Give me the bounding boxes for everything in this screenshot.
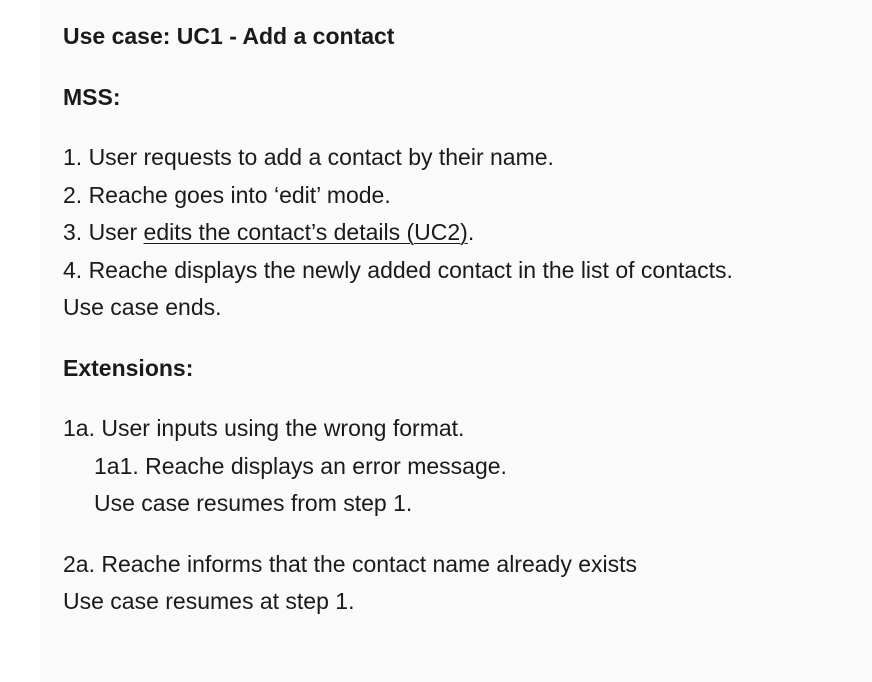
- extension-1a: 1a. User inputs using the wrong format. …: [63, 410, 863, 523]
- extension-2a: 2a. Reache informs that the contact name…: [63, 546, 863, 621]
- mss-steps: 1. User requests to add a contact by the…: [63, 139, 863, 327]
- uc2-link[interactable]: edits the contact’s details (UC2): [144, 219, 468, 245]
- mss-step-3-prefix: 3. User: [63, 219, 144, 245]
- extension-1a-resume: Use case resumes from step 1.: [94, 490, 413, 516]
- mss-step-1: 1. User requests to add a contact by the…: [63, 144, 554, 170]
- mss-step-3: 3. User edits the contact’s details (UC2…: [63, 214, 863, 252]
- extension-2a-resume: Use case resumes at step 1.: [63, 588, 355, 614]
- mss-step-2: 2. Reache goes into ‘edit’ mode.: [63, 181, 391, 208]
- extension-1a1-text: 1a1. Reache displays an error message.: [94, 452, 507, 479]
- extension-1a-text: 1a. User inputs using the wrong format.: [63, 415, 465, 441]
- extensions-heading: Extensions:: [63, 354, 194, 381]
- use-case-content: Use case: UC1 - Add a contact MSS: 1. Us…: [63, 18, 863, 644]
- mss-end: Use case ends.: [63, 294, 222, 320]
- mss-step-4: 4. Reache displays the newly added conta…: [63, 256, 733, 283]
- document-panel: Use case: UC1 - Add a contact MSS: 1. Us…: [40, 0, 872, 682]
- mss-heading: MSS:: [63, 83, 121, 110]
- extension-2a-text: 2a. Reache informs that the contact name…: [63, 550, 638, 577]
- mss-step-3-suffix: .: [467, 219, 475, 245]
- use-case-title: Use case: UC1 - Add a contact: [63, 23, 395, 49]
